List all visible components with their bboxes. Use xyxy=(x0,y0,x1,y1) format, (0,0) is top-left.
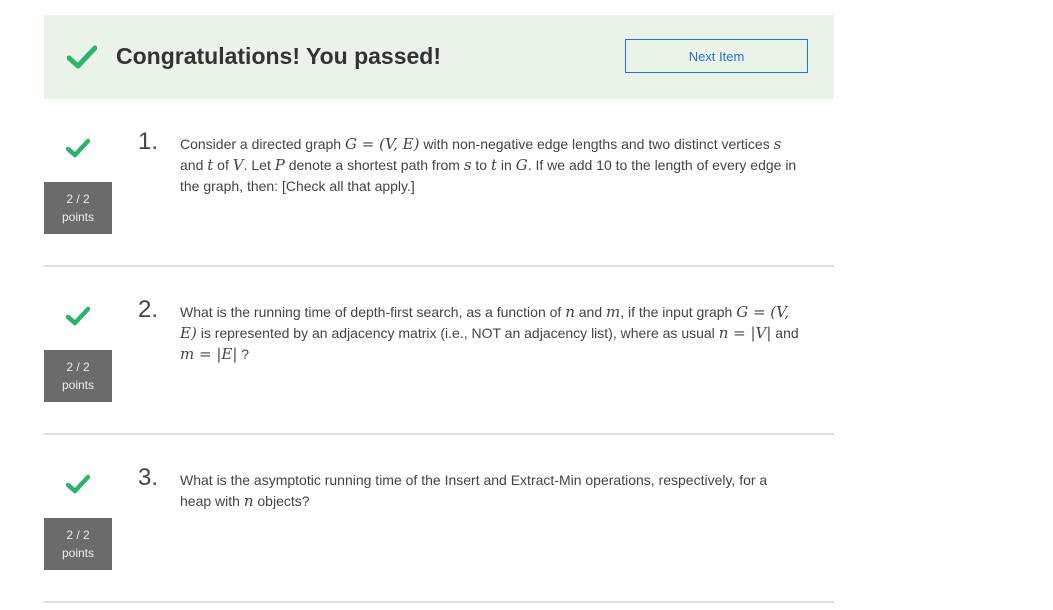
check-icon xyxy=(67,45,97,69)
question-text: What is the running time of depth-first … xyxy=(180,302,800,365)
question-item: 2 / 2 points 3. What is the asymptotic r… xyxy=(44,435,834,603)
question-text-part: is represented by an adjacency matrix (i… xyxy=(196,325,719,341)
math-expression: n xyxy=(243,492,254,510)
points-value: 2 / 2 xyxy=(66,192,90,206)
question-number: 3. xyxy=(138,464,159,491)
question-text: Consider a directed graph G = (V, E) wit… xyxy=(180,134,800,197)
points-value: 2 / 2 xyxy=(66,528,90,542)
question-item: 2 / 2 points 1. Consider a directed grap… xyxy=(44,99,834,267)
math-expression: G xyxy=(515,156,528,174)
question-text-part: of xyxy=(213,157,233,173)
pass-banner: Congratulations! You passed! Next Item xyxy=(44,15,834,99)
question-item: 2 / 2 points 2. What is the running time… xyxy=(44,267,834,435)
question-text-part: denote a shortest path from xyxy=(284,157,464,173)
question-text-part: in xyxy=(497,157,516,173)
math-expression: V xyxy=(232,156,244,174)
question-text-part: with non-negative edge lengths and two d… xyxy=(419,136,774,152)
points-value: 2 / 2 xyxy=(66,360,90,374)
math-expression: m = |E| xyxy=(180,345,238,363)
question-text: What is the asymptotic running time of t… xyxy=(180,470,800,512)
check-icon xyxy=(66,306,90,326)
check-icon xyxy=(66,474,90,494)
question-text-part: What is the running time of depth-first … xyxy=(180,304,566,320)
next-item-button[interactable]: Next Item xyxy=(625,39,808,73)
question-text-part: ? xyxy=(237,346,250,362)
question-text-part: Consider a directed graph xyxy=(180,136,345,152)
question-text-part: objects? xyxy=(253,493,310,509)
question-text-part: and xyxy=(180,157,208,173)
points-badge: 2 / 2 points xyxy=(44,518,112,570)
points-label: points xyxy=(61,210,95,224)
pass-title: Congratulations! You passed! xyxy=(116,43,442,69)
math-expression: n = |V| xyxy=(718,324,772,342)
math-expression: s xyxy=(773,135,782,153)
math-expression: G = (V, E) xyxy=(345,135,420,153)
question-text-part: , if the input graph xyxy=(620,304,737,320)
math-expression: m xyxy=(606,303,621,321)
points-badge: 2 / 2 points xyxy=(44,182,112,234)
math-expression: s xyxy=(463,156,472,174)
math-expression: n xyxy=(565,303,575,321)
math-expression: P xyxy=(274,156,285,174)
question-number: 1. xyxy=(138,128,159,155)
question-number: 2. xyxy=(138,296,159,323)
question-text-part: . Let xyxy=(243,157,275,173)
question-text-part: and xyxy=(771,325,799,341)
points-label: points xyxy=(61,378,95,392)
points-badge: 2 / 2 points xyxy=(44,350,112,402)
quiz-results: Congratulations! You passed! Next Item 2… xyxy=(44,15,834,603)
question-text-part: to xyxy=(471,157,491,173)
check-icon xyxy=(66,138,90,158)
points-label: points xyxy=(61,546,95,560)
question-text-part: and xyxy=(574,304,607,320)
